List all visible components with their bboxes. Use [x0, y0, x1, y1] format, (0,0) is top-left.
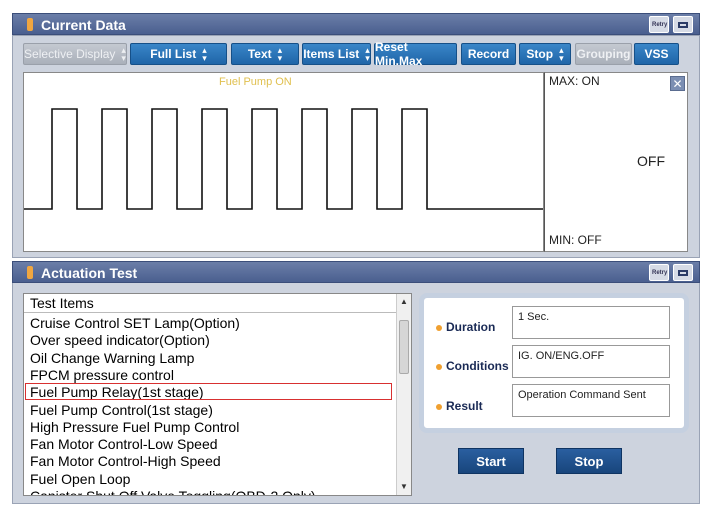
actuation-test-title-bar: Actuation Test Retry — [12, 261, 700, 283]
caret-icon: ▴ ▾ — [202, 45, 207, 63]
list-item[interactable]: Fan Motor Control-Low Speed — [30, 436, 218, 453]
list-item[interactable]: High Pressure Fuel Pump Control — [30, 419, 239, 436]
toolbar-button-label: Stop — [526, 47, 554, 61]
list-header-label: Test Items — [30, 295, 94, 311]
current-data-title: Current Data — [41, 17, 126, 33]
waveform-line — [24, 108, 543, 210]
toolbar-button-full-list[interactable]: Full List ▴ ▾ — [130, 43, 227, 65]
caret-icon: ▴ ▾ — [121, 45, 126, 63]
list-item[interactable]: Fan Motor Control-High Speed — [30, 453, 221, 470]
max-value: MAX: ON — [549, 74, 600, 88]
list-item[interactable]: Fuel Pump Control(1st stage) — [30, 402, 213, 419]
list-item[interactable]: Oil Change Warning Lamp — [30, 350, 194, 367]
list-header: Test Items — [24, 294, 398, 313]
toolbar-button-label: VSS — [644, 47, 669, 61]
toolbar-button-label: Full List — [150, 47, 197, 61]
list-item[interactable]: Fuel Open Loop — [30, 471, 130, 488]
retry-icon[interactable]: Retry — [649, 264, 669, 281]
scroll-thumb[interactable] — [399, 320, 409, 374]
list-item[interactable]: Cruise Control SET Lamp(Option) — [30, 315, 240, 332]
toolbar-button-label: Selective Display — [24, 47, 116, 61]
toolbar-button-record[interactable]: Record — [461, 43, 516, 65]
toolbar-button-grouping[interactable]: Grouping — [575, 43, 632, 65]
toolbar-button-label: Items List — [303, 47, 360, 61]
current-value: OFF — [637, 153, 665, 169]
minimize-icon[interactable] — [673, 264, 693, 281]
list-item[interactable]: Canister Shut Off Valve Toggling(OBD-2 O… — [30, 488, 316, 495]
retry-icon[interactable]: Retry — [649, 16, 669, 33]
conditions-label: Conditions — [436, 359, 509, 373]
duration-value: 1 Sec. — [512, 306, 670, 339]
selected-row-highlight — [25, 383, 392, 400]
caret-icon: ▴ ▾ — [277, 45, 283, 63]
test-info-panel: Duration 1 Sec. Conditions IG. ON/ENG.OF… — [419, 293, 689, 433]
grip-icon — [27, 18, 33, 31]
close-icon[interactable]: ✕ — [670, 76, 685, 91]
graph-side-panel: MAX: ON ✕ OFF MIN: OFF — [544, 72, 688, 252]
minimize-icon[interactable] — [673, 16, 693, 33]
scroll-up-icon[interactable]: ▲ — [400, 297, 408, 306]
waveform — [24, 108, 543, 210]
signal-graph: Fuel Pump ON — [23, 72, 544, 252]
toolbar-button-label: Grouping — [576, 47, 631, 61]
toolbar-button-vss[interactable]: VSS — [634, 43, 679, 65]
caret-icon: ▴ ▾ — [559, 45, 564, 63]
toolbar-button-label: Text — [247, 47, 272, 61]
actuation-test-title: Actuation Test — [41, 265, 138, 281]
list-item[interactable]: Over speed indicator(Option) — [30, 332, 210, 349]
caret-icon: ▴ ▾ — [365, 45, 370, 63]
stop-button[interactable]: Stop — [556, 448, 622, 474]
duration-label: Duration — [436, 320, 495, 334]
current-data-title-bar: Current Data Retry — [12, 13, 700, 35]
test-items-list: Test Items Cruise Control SET Lamp(Optio… — [23, 293, 412, 496]
min-value: MIN: OFF — [549, 233, 602, 247]
toolbar-button-stop[interactable]: Stop ▴ ▾ — [519, 43, 571, 65]
list-item[interactable]: FPCM pressure control — [30, 367, 174, 384]
toolbar-button-label: Record — [467, 47, 510, 61]
toolbar-button-reset-min-max[interactable]: Reset Min.Max — [374, 40, 457, 68]
toolbar-button-selective-display[interactable]: Selective Display ▴ ▾ — [23, 43, 127, 65]
scrollbar[interactable]: ▲ ▼ — [396, 294, 411, 495]
toolbar-button-text[interactable]: Text ▴ ▾ — [231, 43, 299, 65]
scroll-down-icon[interactable]: ▼ — [400, 482, 408, 491]
toolbar-button-label: Reset Min.Max — [375, 40, 423, 68]
toolbar-button-items-list[interactable]: Items List ▴ ▾ — [302, 43, 371, 65]
result-label: Result — [436, 399, 483, 413]
grip-icon — [27, 266, 33, 279]
start-button[interactable]: Start — [458, 448, 524, 474]
conditions-value: IG. ON/ENG.OFF — [512, 345, 670, 378]
result-value: Operation Command Sent — [512, 384, 670, 417]
